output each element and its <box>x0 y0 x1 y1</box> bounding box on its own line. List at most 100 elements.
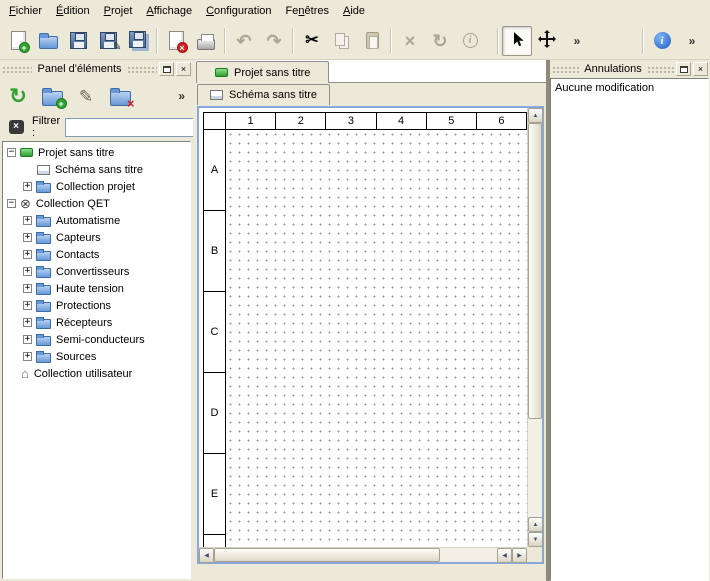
menu-aide[interactable]: Aide <box>336 0 372 22</box>
tree-item-collection-projet[interactable]: + Collection projet <box>3 178 190 195</box>
delete-element-button[interactable]: × <box>106 82 134 110</box>
delete-element-icon: × <box>110 91 131 106</box>
scroll-left-button[interactable]: ◀ <box>199 548 214 563</box>
menu-projet[interactable]: Projet <box>97 0 140 22</box>
scroll-up-button[interactable]: ▲ <box>528 108 543 123</box>
new-file-button[interactable]: + <box>3 26 33 56</box>
collapse-icon[interactable]: − <box>7 199 16 208</box>
row-header: A <box>204 130 226 211</box>
scroll-up-button-alt[interactable]: ▲ <box>528 517 543 532</box>
save-button[interactable] <box>63 26 93 56</box>
horizontal-scroll-track[interactable] <box>214 548 497 562</box>
horizontal-scrollbar[interactable]: ◀ ◀ ▶ <box>199 547 527 562</box>
expand-icon[interactable]: + <box>23 267 32 276</box>
menu-configuration[interactable]: Configuration <box>199 0 278 22</box>
cut-icon: ✂ <box>305 33 318 49</box>
vertical-scroll-thumb[interactable] <box>528 123 542 419</box>
new-element-button[interactable]: + <box>38 82 66 110</box>
menu-fenetres[interactable]: Fenêtres <box>279 0 336 22</box>
dock-grip[interactable] <box>127 66 157 74</box>
edit-element-button[interactable]: ✎ <box>72 82 100 110</box>
clear-filter-button[interactable]: × <box>5 117 27 137</box>
collapse-icon[interactable]: − <box>7 148 16 157</box>
close-panel-button[interactable]: × <box>693 62 708 76</box>
tree-item-semi-conducteurs[interactable]: + Semi-conducteurs <box>3 331 190 348</box>
expand-icon[interactable]: + <box>23 301 32 310</box>
scroll-right-button[interactable]: ▶ <box>512 548 527 563</box>
toolbar-extension-button[interactable]: » <box>562 26 592 56</box>
move-tool-button[interactable] <box>532 26 562 56</box>
expand-icon[interactable]: + <box>23 216 32 225</box>
tree-item-recepteurs[interactable]: + Récepteurs <box>3 314 190 331</box>
toolbar-extension-button-2[interactable]: » <box>677 26 707 56</box>
elements-panel-title: Panel d'éléments <box>34 63 124 75</box>
vertical-scrollbar[interactable]: ▲ ▲ ▼ <box>527 108 542 547</box>
grid-canvas[interactable] <box>226 130 527 547</box>
menu-affichage[interactable]: Affichage <box>139 0 199 22</box>
tree-item-haute-tension[interactable]: + Haute tension <box>3 280 190 297</box>
expand-icon[interactable]: + <box>23 318 32 327</box>
open-folder-icon <box>39 36 58 49</box>
tree-item-collection-utilisateur[interactable]: ⌂ Collection utilisateur <box>3 365 190 382</box>
select-tool-button[interactable] <box>502 26 532 56</box>
close-file-button[interactable]: × <box>161 26 191 56</box>
save-all-button[interactable] <box>123 26 153 56</box>
arrow-right-icon: ▶ <box>517 553 522 559</box>
expand-icon[interactable]: + <box>23 352 32 361</box>
tab-projet-sans-titre[interactable]: Projet sans titre <box>196 61 329 83</box>
delete-button[interactable]: × <box>395 26 425 56</box>
open-file-button[interactable] <box>33 26 63 56</box>
tree-item-projet-sans-titre[interactable]: − Projet sans titre <box>3 144 190 161</box>
folder-icon <box>36 251 51 261</box>
vertical-scroll-track[interactable] <box>528 123 542 517</box>
schema-sheet[interactable]: 1 2 3 4 5 6 A B <box>199 108 527 547</box>
dock-grip[interactable] <box>2 66 32 74</box>
rotate-button[interactable]: ↻ <box>425 26 455 56</box>
menu-edition[interactable]: Édition <box>49 0 97 22</box>
tree-item-sources[interactable]: + Sources <box>3 348 190 365</box>
tree-item-label: Contacts <box>56 249 99 261</box>
cut-button[interactable]: ✂ <box>297 26 327 56</box>
dock-grip[interactable] <box>552 66 579 74</box>
project-icon <box>20 148 33 157</box>
dock-grip[interactable] <box>647 66 674 74</box>
save-as-button[interactable]: ✎ <box>93 26 123 56</box>
elements-panel: Panel d'éléments × ↻ + ✎ × » <box>0 60 193 581</box>
element-info-button[interactable]: i <box>455 26 485 56</box>
scroll-down-button[interactable]: ▼ <box>528 532 543 547</box>
tree-item-label: Haute tension <box>56 283 124 295</box>
expand-icon[interactable]: + <box>23 233 32 242</box>
expand-icon[interactable]: + <box>23 250 32 259</box>
expand-icon[interactable]: + <box>23 284 32 293</box>
elements-tree[interactable]: − Projet sans titre Schéma sans titre + … <box>2 141 191 579</box>
tree-item-contacts[interactable]: + Contacts <box>3 246 190 263</box>
menu-fichier[interactable]: Fichier <box>2 0 49 22</box>
close-panel-button[interactable]: × <box>176 62 191 76</box>
tree-item-label: Collection QET <box>36 198 110 210</box>
redo-icon: ↷ <box>266 32 281 50</box>
panel-overflow-button[interactable]: » <box>174 89 189 103</box>
paste-button[interactable] <box>357 26 387 56</box>
tree-item-collection-qet[interactable]: − ⊗ Collection QET <box>3 195 190 212</box>
tree-item-schema-sans-titre[interactable]: Schéma sans titre <box>3 161 190 178</box>
about-button[interactable]: i <box>647 26 677 56</box>
undo-list[interactable]: Aucune modification <box>550 78 709 581</box>
tree-item-convertisseurs[interactable]: + Convertisseurs <box>3 263 190 280</box>
float-panel-button[interactable] <box>676 62 691 76</box>
close-icon: × <box>181 65 186 74</box>
horizontal-scroll-thumb[interactable] <box>214 548 440 562</box>
redo-button[interactable]: ↷ <box>259 26 289 56</box>
expand-icon[interactable]: + <box>23 335 32 344</box>
print-button[interactable] <box>191 26 221 56</box>
undo-button[interactable]: ↶ <box>229 26 259 56</box>
tree-item-automatisme[interactable]: + Automatisme <box>3 212 190 229</box>
tree-item-protections[interactable]: + Protections <box>3 297 190 314</box>
row-header: B <box>204 211 226 292</box>
float-panel-button[interactable] <box>159 62 174 76</box>
copy-button[interactable] <box>327 26 357 56</box>
tree-item-capteurs[interactable]: + Capteurs <box>3 229 190 246</box>
tab-schema-sans-titre[interactable]: Schéma sans titre <box>197 84 330 105</box>
scroll-left-button-alt[interactable]: ◀ <box>497 548 512 563</box>
expand-icon[interactable]: + <box>23 182 32 191</box>
reload-collections-button[interactable]: ↻ <box>4 82 32 110</box>
